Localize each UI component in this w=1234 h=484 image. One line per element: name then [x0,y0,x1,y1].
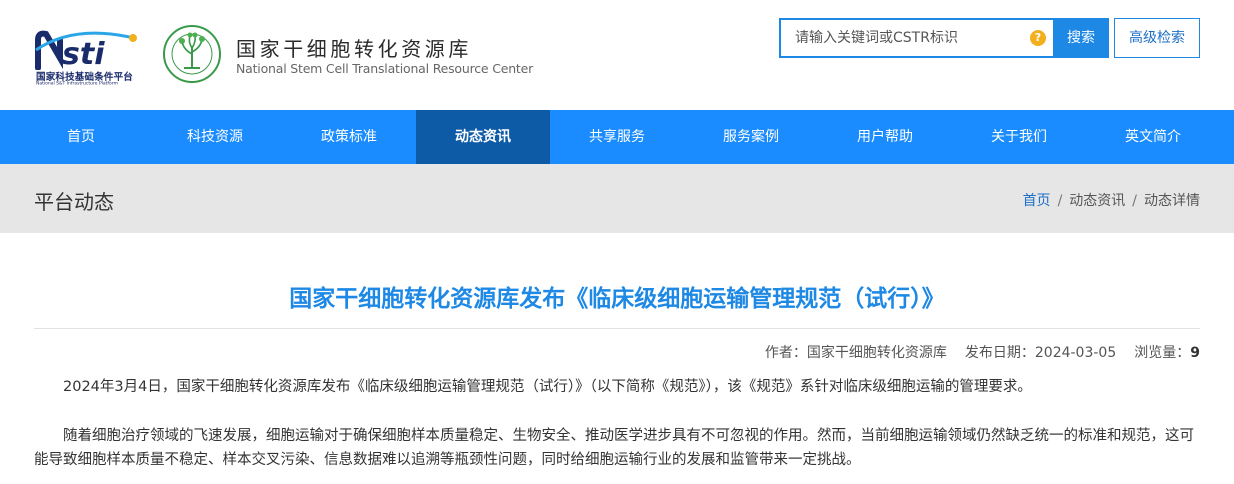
nav-item-cases[interactable]: 服务案例 [684,110,818,164]
title-divider [34,328,1200,329]
breadcrumb-separator: / [1057,193,1063,209]
site-header: sti 国家科技基础条件平台 National S&T Infrastructu… [0,0,1234,110]
nav-item-help[interactable]: 用户帮助 [818,110,952,164]
main-nav: 首页 科技资源 政策标准 动态资讯 共享服务 服务案例 用户帮助 关于我们 英文… [0,110,1234,164]
search-box: ? [779,18,1054,58]
nsti-logo-en: National S&T Infrastructure Platform [36,81,118,87]
nav-item-resources[interactable]: 科技资源 [148,110,282,164]
article-paragraph-2: 随着细胞治疗领域的飞速发展，细胞运输对于确保细胞样本质量稳定、生物安全、推动医学… [34,428,1194,468]
breadcrumb: 首页 / 动态资讯 / 动态详情 [1023,190,1200,210]
breadcrumb-current: 动态详情 [1144,193,1200,209]
site-name-en: National Stem Cell Translational Resourc… [236,61,534,76]
nsti-logo-mark: sti [35,30,137,70]
date-value: 2024-03-05 [1034,345,1117,361]
nav-item-news[interactable]: 动态资讯 [416,110,550,164]
section-titlebar: 平台动态 首页 / 动态资讯 / 动态详情 [0,164,1234,233]
article-paragraph-1: 2024年3月4日，国家干细胞转化资源库发布《临床级细胞运输管理规范（试行）》（… [63,379,1032,395]
help-question-icon[interactable]: ? [1030,30,1046,46]
date-label: 发布日期： [964,345,1035,361]
nav-item-home[interactable]: 首页 [14,110,148,164]
views-label: 浏览量： [1134,345,1191,361]
site-name-cn: 国家干细胞转化资源库 [236,37,472,61]
article-meta: 作者：国家干细胞转化资源库 发布日期：2024-03-05 浏览量：9 [765,342,1200,362]
author-label: 作者： [764,345,807,361]
nsti-logo[interactable]: sti 国家科技基础条件平台 National S&T Infrastructu… [34,24,142,88]
breadcrumb-news[interactable]: 动态资讯 [1069,193,1125,209]
nav-item-services[interactable]: 共享服务 [550,110,684,164]
advanced-search-button[interactable]: 高级检索 [1114,18,1200,58]
search-input[interactable] [781,20,1054,56]
nav-item-about[interactable]: 关于我们 [952,110,1086,164]
views-value: 9 [1190,345,1200,361]
search-button[interactable]: 搜索 [1053,18,1109,58]
resource-center-seal-icon[interactable] [162,24,222,84]
nav-item-english[interactable]: 英文简介 [1086,110,1220,164]
breadcrumb-home[interactable]: 首页 [1023,193,1051,209]
svg-text:sti: sti [62,37,105,70]
article-title: 国家干细胞转化资源库发布《临床级细胞运输管理规范（试行）》 [289,286,945,312]
section-title: 平台动态 [34,190,114,214]
breadcrumb-separator: / [1132,193,1137,209]
nav-item-policy[interactable]: 政策标准 [282,110,416,164]
author-value: 国家干细胞转化资源库 [806,345,947,361]
